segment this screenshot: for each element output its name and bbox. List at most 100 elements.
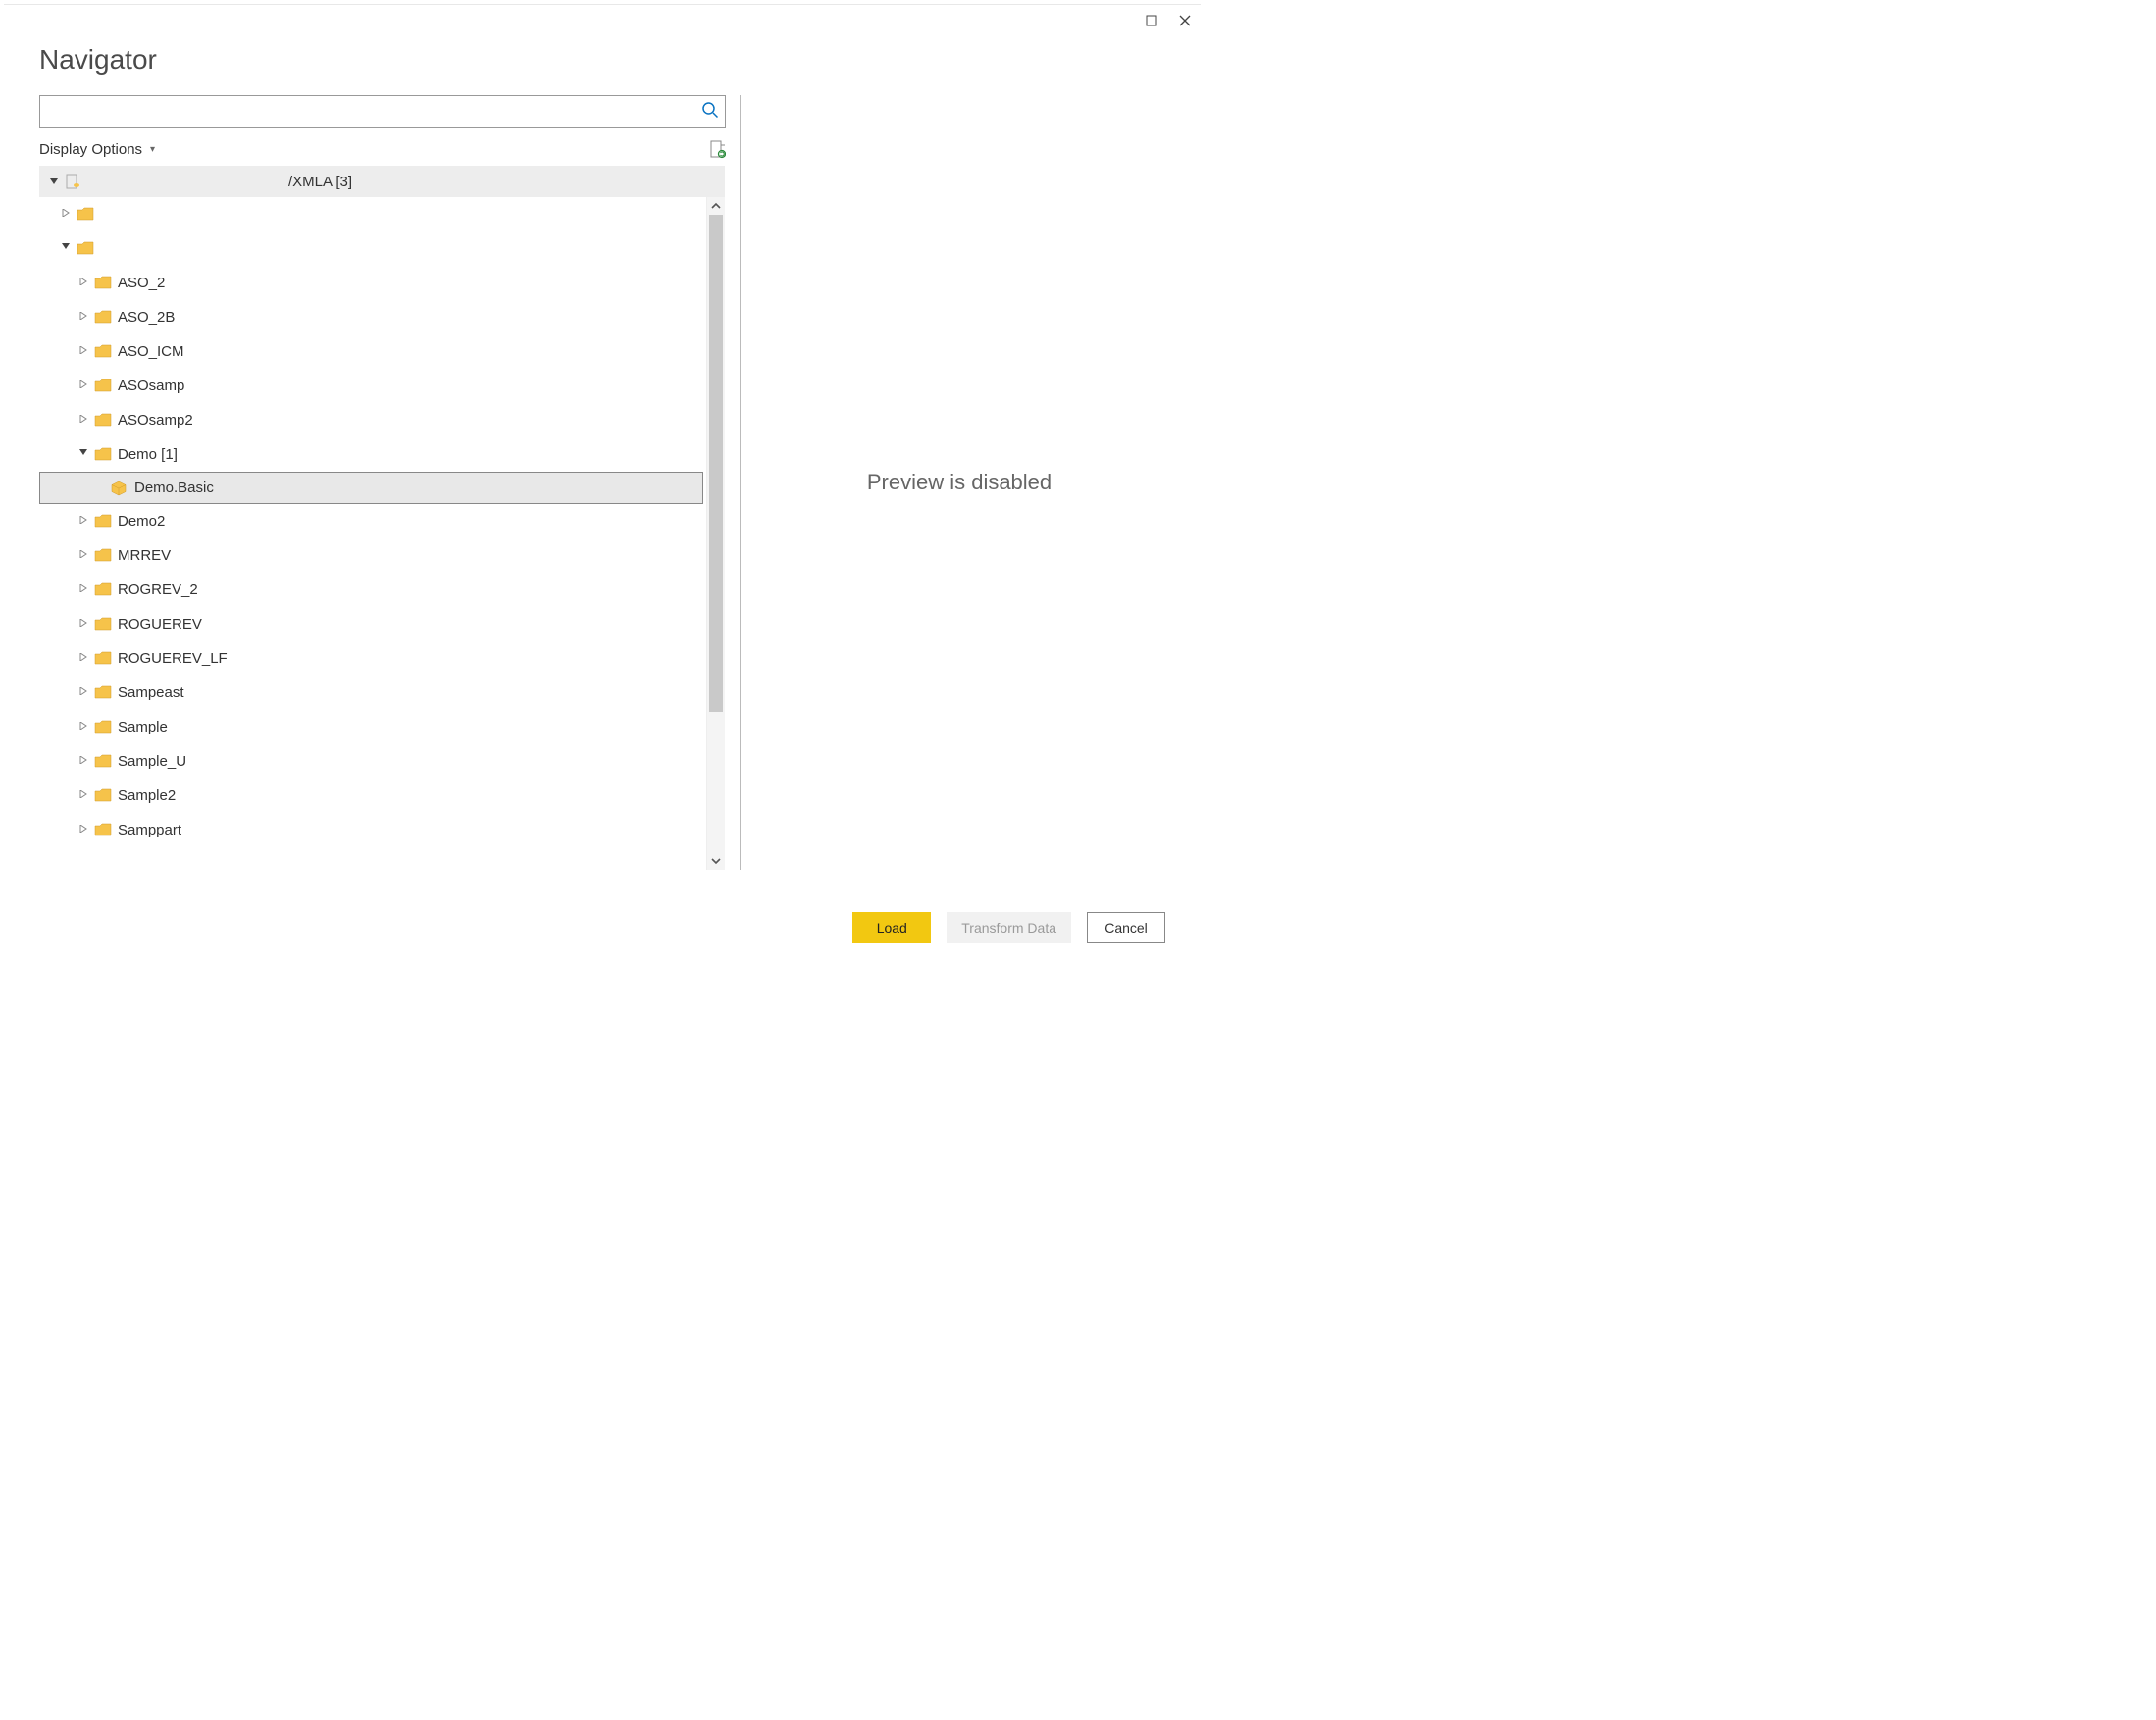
tree-node-label: Sampeast: [118, 684, 184, 701]
expander-closed-icon[interactable]: [78, 516, 88, 527]
expander-closed-icon[interactable]: [78, 278, 88, 288]
expander-closed-icon[interactable]: [78, 312, 88, 323]
tree-node-label: ASOsamp: [118, 378, 184, 394]
tree-node[interactable]: ROGUEREV: [39, 607, 703, 641]
folder-icon: [94, 514, 112, 530]
tree-node-label: Demo [1]: [118, 446, 178, 463]
scrollbar-thumb[interactable]: [709, 215, 723, 712]
vertical-divider: [726, 95, 753, 870]
transform-data-button[interactable]: Transform Data: [947, 912, 1071, 943]
page-title: Navigator: [4, 36, 1201, 95]
close-button[interactable]: [1177, 13, 1193, 28]
folder-icon: [94, 754, 112, 770]
preview-message: Preview is disabled: [867, 470, 1052, 495]
tree-node[interactable]: ASO_2B: [39, 300, 703, 334]
tree-list: ASO_2 ASO_2B ASO_ICM ASOsamp ASOsamp2 Demo [1…: [39, 197, 703, 847]
folder-icon: [77, 241, 94, 257]
folder-icon: [77, 207, 94, 223]
tree-node[interactable]: Samppart: [39, 813, 703, 847]
expander-open-icon[interactable]: [61, 243, 71, 254]
cube-icon: [111, 481, 128, 496]
expander-closed-icon[interactable]: [78, 619, 88, 630]
scroll-down-button[interactable]: [707, 852, 725, 870]
tree-node-label: Sample: [118, 719, 168, 735]
search-input[interactable]: [48, 103, 701, 121]
tree-node-label: ASO_2B: [118, 309, 175, 326]
load-button[interactable]: Load: [852, 912, 931, 943]
folder-icon: [94, 344, 112, 360]
cancel-button[interactable]: Cancel: [1087, 912, 1165, 943]
tree-root-node[interactable]: /XMLA [3]: [39, 166, 725, 197]
maximize-button[interactable]: [1144, 13, 1159, 28]
tree-node[interactable]: Sample2: [39, 779, 703, 813]
tree-node[interactable]: Sample_U: [39, 744, 703, 779]
expander-closed-icon[interactable]: [78, 584, 88, 595]
tree-scrollbar[interactable]: [706, 197, 725, 870]
tree-node[interactable]: ASOsamp2: [39, 403, 703, 437]
connection-icon: [65, 174, 80, 189]
search-box[interactable]: [39, 95, 726, 128]
expander-closed-icon[interactable]: [78, 722, 88, 733]
chevron-down-icon: [711, 857, 721, 865]
folder-icon: [94, 617, 112, 632]
display-options-dropdown[interactable]: Display Options ▾: [39, 141, 155, 158]
tree-node-label: ASO_ICM: [118, 343, 184, 360]
tree-node[interactable]: ASO_2: [39, 266, 703, 300]
expander-closed-icon[interactable]: [78, 756, 88, 767]
tree-node[interactable]: Sampeast: [39, 676, 703, 710]
chevron-up-icon: [711, 202, 721, 210]
tree-node[interactable]: ASO_ICM: [39, 334, 703, 369]
folder-icon: [94, 823, 112, 838]
expander-open-icon[interactable]: [78, 449, 88, 460]
titlebar: [4, 5, 1201, 36]
tree-node-label: ROGREV_2: [118, 582, 198, 598]
tree-node[interactable]: MRREV: [39, 538, 703, 573]
tree-node-label: ASO_2: [118, 275, 165, 291]
maximize-icon: [1146, 15, 1157, 26]
expander-closed-icon[interactable]: [61, 209, 71, 220]
tree-node-label: Sample2: [118, 787, 176, 804]
tree-node[interactable]: Demo2: [39, 504, 703, 538]
tree-node-label: MRREV: [118, 547, 171, 564]
folder-icon: [94, 720, 112, 735]
expander-closed-icon[interactable]: [78, 415, 88, 426]
search-icon: [701, 101, 719, 124]
tree-node-label: Sample_U: [118, 753, 186, 770]
preview-pane: Preview is disabled: [753, 95, 1165, 870]
tree-node-label: ROGUEREV: [118, 616, 202, 632]
tree-root-label: /XMLA [3]: [288, 174, 352, 190]
tree-node[interactable]: ASOsamp: [39, 369, 703, 403]
folder-icon: [94, 788, 112, 804]
footer: Load Transform Data Cancel: [4, 898, 1201, 957]
folder-icon: [94, 685, 112, 701]
tree-node[interactable]: Demo.Basic: [39, 472, 703, 504]
folder-icon: [94, 447, 112, 463]
expander-open-icon[interactable]: [49, 174, 59, 190]
tree-node[interactable]: [39, 197, 703, 231]
scroll-up-button[interactable]: [707, 197, 725, 215]
expander-closed-icon[interactable]: [78, 825, 88, 835]
folder-icon: [94, 413, 112, 429]
folder-icon: [94, 379, 112, 394]
tree-node[interactable]: ROGREV_2: [39, 573, 703, 607]
scrollbar-track[interactable]: [707, 215, 725, 852]
expander-closed-icon[interactable]: [78, 790, 88, 801]
expander-closed-icon[interactable]: [78, 380, 88, 391]
tree-node-label: Samppart: [118, 822, 181, 838]
tree-node-label: Demo2: [118, 513, 165, 530]
display-options-label: Display Options: [39, 141, 142, 158]
tree-node-label: Demo.Basic: [134, 480, 214, 496]
chevron-down-icon: ▾: [150, 144, 155, 155]
tree-node[interactable]: Demo [1]: [39, 437, 703, 472]
expander-closed-icon[interactable]: [78, 346, 88, 357]
folder-icon: [94, 651, 112, 667]
refresh-button[interactable]: [708, 139, 726, 159]
close-icon: [1179, 15, 1191, 26]
tree-node[interactable]: ROGUEREV_LF: [39, 641, 703, 676]
tree-node[interactable]: [39, 231, 703, 266]
expander-closed-icon[interactable]: [78, 550, 88, 561]
tree-node[interactable]: Sample: [39, 710, 703, 744]
expander-closed-icon[interactable]: [78, 687, 88, 698]
expander-closed-icon[interactable]: [78, 653, 88, 664]
folder-icon: [94, 310, 112, 326]
